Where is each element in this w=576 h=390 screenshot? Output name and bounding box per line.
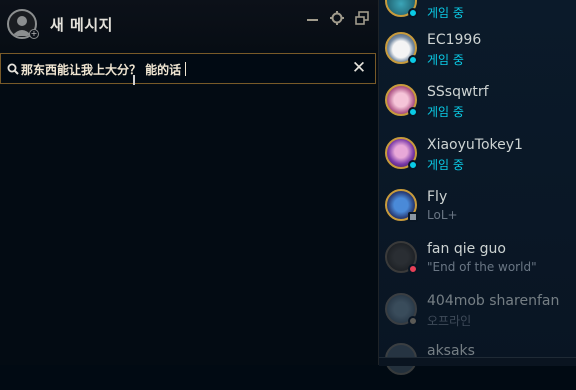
friend-status: LoL+ <box>427 208 458 222</box>
window-title: 새 메시지 <box>50 16 113 34</box>
ingame-status-icon <box>408 55 418 65</box>
ingame-status-icon <box>408 160 418 170</box>
recipient-search-bar[interactable]: ✕ <box>0 53 376 84</box>
ingame-status-icon <box>408 8 418 18</box>
friend-name: 404mob sharenfan <box>427 293 560 309</box>
friend-status: 게임 중 <box>427 6 464 20</box>
friend-item[interactable]: EC1996 게임 중 <box>379 27 576 79</box>
friend-list: 게임 중 EC1996 게임 중 SSsqwtrf 게임 중 XiaoyuTok… <box>379 0 576 375</box>
friend-item[interactable]: XiaoyuTokey1 게임 중 <box>379 132 576 184</box>
new-message-window: + 새 메시지 ✕ <box>0 0 379 365</box>
mobile-status-icon <box>408 212 418 222</box>
minimize-icon[interactable] <box>305 10 321 26</box>
gear-icon[interactable] <box>329 10 345 26</box>
friend-name: Fly <box>427 189 448 205</box>
friend-status: 게임 중 <box>427 53 464 67</box>
friend-name: SSsqwtrf <box>427 84 489 100</box>
friend-item[interactable]: Fly LoL+ <box>379 184 576 236</box>
message-area <box>0 85 378 365</box>
offline-status-icon <box>408 316 418 326</box>
friend-name: EC1996 <box>427 32 482 48</box>
friend-status: 오프라인 <box>427 314 472 328</box>
friend-item[interactable]: 404mob sharenfan 오프라인 <box>379 288 576 340</box>
away-status-icon <box>408 264 418 274</box>
chat-header: + 새 메시지 <box>0 0 378 50</box>
friend-status: 게임 중 <box>427 158 464 172</box>
search-icon <box>7 63 19 75</box>
friend-name: fan qie guo <box>427 241 506 257</box>
ingame-status-icon <box>408 107 418 117</box>
friend-name: XiaoyuTokey1 <box>427 137 523 153</box>
text-caret <box>185 62 186 76</box>
close-icon[interactable]: ✕ <box>351 60 367 77</box>
friend-item[interactable]: fan qie guo "End of the world" <box>379 236 576 288</box>
plus-icon[interactable]: + <box>29 29 39 39</box>
popout-icon[interactable] <box>354 10 370 26</box>
friend-status: 게임 중 <box>427 105 464 119</box>
search-input[interactable] <box>21 60 351 78</box>
friend-item[interactable]: SSsqwtrf 게임 중 <box>379 79 576 131</box>
friend-status: "End of the world" <box>427 260 537 274</box>
